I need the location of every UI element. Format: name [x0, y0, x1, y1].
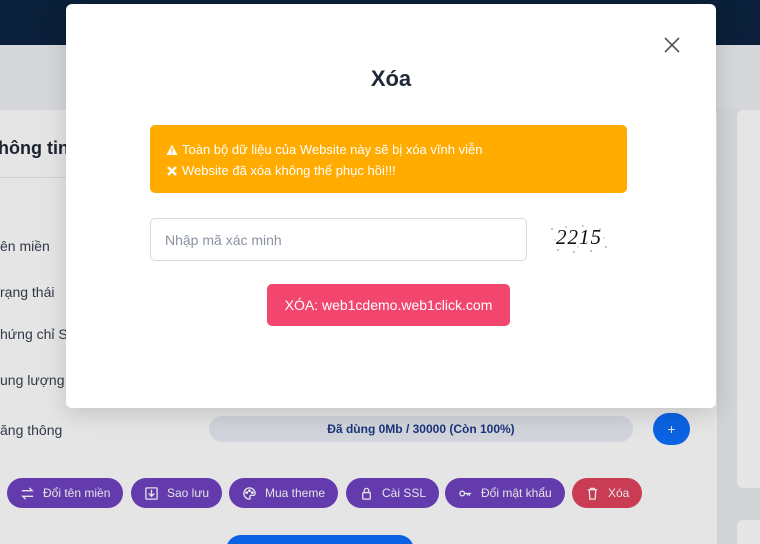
warning-text-1: Toàn bộ dữ liệu của Website này sẽ bị xó… — [182, 142, 483, 157]
warning-triangle-icon — [166, 144, 178, 155]
warning-text-2: Website đã xóa không thể phục hồi!!! — [182, 163, 396, 178]
delete-website-modal: Xóa Toàn bộ dữ liệu của Website này sẽ b… — [66, 4, 716, 408]
captcha-image: 2215 — [548, 223, 610, 255]
warning-line-irreversible: Website đã xóa không thể phục hồi!!! — [166, 160, 611, 181]
warning-line-data-loss: Toàn bộ dữ liệu của Website này sẽ bị xó… — [166, 139, 611, 160]
x-mark-icon — [167, 165, 177, 176]
close-icon[interactable] — [662, 35, 682, 55]
captcha-code: 2215 — [556, 225, 602, 249]
confirm-delete-button[interactable]: XÓA: web1cdemo.web1click.com — [267, 284, 510, 326]
verification-code-input[interactable] — [150, 218, 527, 261]
modal-title: Xóa — [370, 66, 412, 91]
warning-alert: Toàn bộ dữ liệu của Website này sẽ bị xó… — [150, 125, 627, 193]
